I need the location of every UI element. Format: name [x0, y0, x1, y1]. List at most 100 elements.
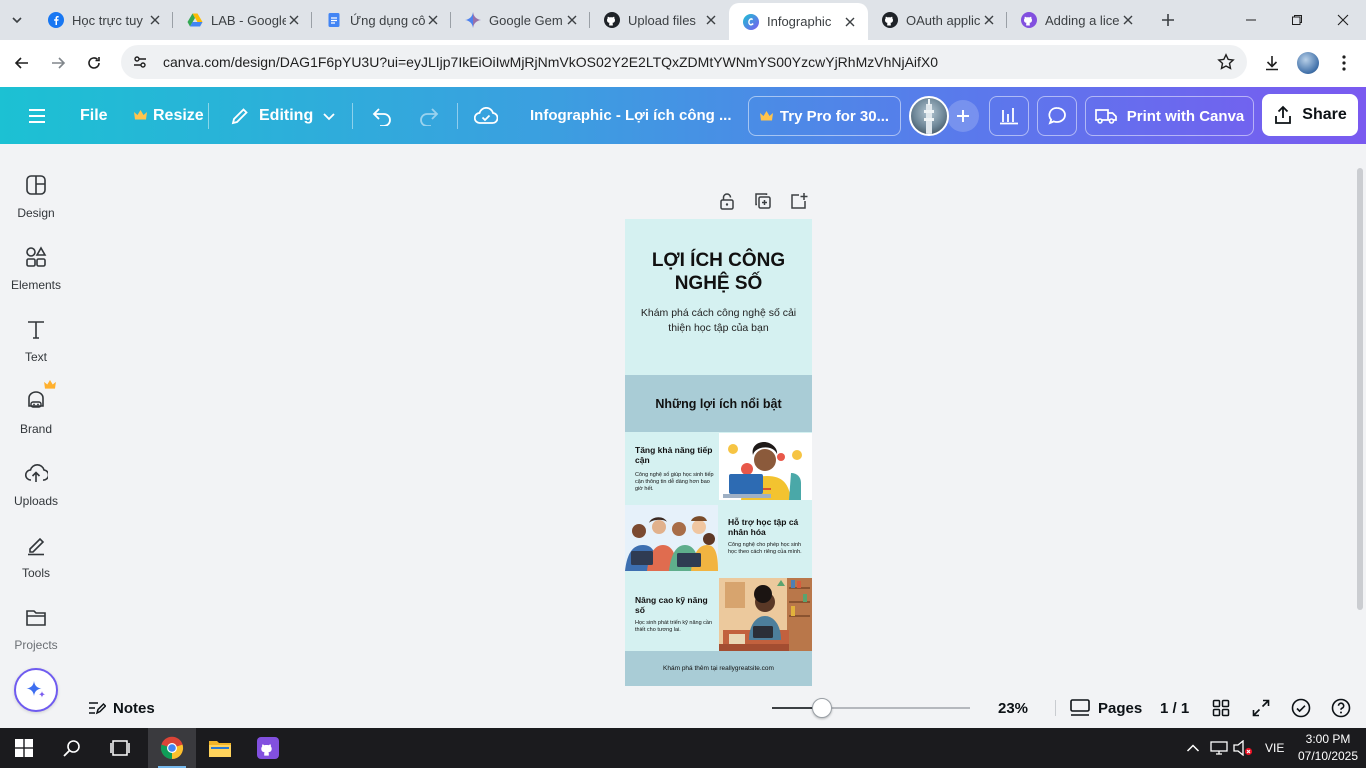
site-settings-icon[interactable] [125, 54, 155, 70]
close-icon[interactable] [564, 12, 580, 28]
back-button[interactable] [4, 45, 40, 81]
try-pro-button[interactable]: Try Pro for 30... [748, 96, 901, 136]
duplicate-page-button[interactable] [752, 190, 774, 212]
student-laptop-illustration[interactable] [719, 433, 812, 500]
close-icon[interactable] [842, 14, 858, 30]
close-icon[interactable] [981, 12, 997, 28]
taskbar-clock[interactable]: 3:00 PM 07/10/2025 [1294, 731, 1362, 765]
task-view-button[interactable] [96, 728, 144, 768]
tab-title: LAB - Google [211, 12, 286, 28]
sidebar-item-text[interactable]: Text [0, 308, 72, 374]
add-collaborator-button[interactable] [947, 100, 979, 132]
restore-button[interactable] [1274, 0, 1320, 40]
search-button[interactable] [48, 728, 96, 768]
grid-view-button[interactable] [1212, 688, 1230, 728]
main-menu-button[interactable] [22, 87, 52, 144]
reload-button[interactable] [76, 45, 112, 81]
print-with-canva-button[interactable]: Print with Canva [1085, 96, 1254, 136]
add-page-button[interactable] [788, 190, 810, 212]
forward-button[interactable] [40, 45, 76, 81]
lock-page-button[interactable] [716, 190, 738, 212]
close-icon[interactable] [425, 12, 441, 28]
section-heading-band[interactable]: Những lợi ích nổi bật [625, 375, 812, 432]
infographic-footer[interactable]: Khám phá thêm tại reallygreatsite.com [625, 651, 812, 686]
magic-ai-button[interactable] [14, 668, 58, 712]
browser-tab[interactable]: Ứng dụng cô [312, 3, 451, 37]
zoom-slider-handle[interactable] [811, 698, 832, 718]
fullscreen-button[interactable] [1252, 688, 1270, 728]
editing-mode-dropdown[interactable]: Editing [230, 87, 336, 144]
infographic-subtitle[interactable]: Khám phá cách công nghệ số cải thiện học… [635, 306, 802, 336]
document-title[interactable]: Infographic - Lợi ích công ... [530, 87, 732, 144]
sidebar-item-label: Tools [21, 566, 50, 580]
bookmark-star-icon[interactable] [1217, 53, 1235, 71]
benefit-heading[interactable]: Tăng khả năng tiếp cận [635, 445, 717, 465]
close-icon[interactable] [147, 12, 163, 28]
sidebar-item-uploads[interactable]: Uploads [0, 452, 72, 518]
infographic-title[interactable]: LỢI ÍCH CÔNG NGHỆ SỐ [625, 249, 812, 295]
insights-button[interactable] [989, 96, 1029, 136]
file-menu[interactable]: File [80, 87, 108, 144]
chevron-down-icon [323, 112, 335, 120]
benefit-heading[interactable]: Hỗ trợ học tập cá nhân hóa [728, 517, 806, 537]
sidebar-item-brand[interactable]: Brand [0, 380, 72, 446]
sidebar-item-design[interactable]: Design [0, 164, 72, 230]
new-tab-button[interactable] [1154, 6, 1182, 34]
cloud-check-icon [474, 106, 498, 124]
downloads-button[interactable] [1254, 45, 1290, 81]
collaborator-avatar[interactable] [909, 96, 949, 136]
profile-button[interactable] [1290, 45, 1326, 81]
toolbar-divider [457, 103, 458, 129]
zoom-percentage[interactable]: 23% [998, 688, 1028, 728]
resize-button[interactable]: Resize [134, 87, 204, 144]
github-desktop-button[interactable] [244, 728, 292, 768]
undo-button[interactable] [370, 87, 394, 144]
url-omnibox[interactable]: canva.com/design/DAG1F6pYU3U?ui=eyJLIjp7… [121, 45, 1247, 79]
input-language-indicator[interactable]: VIE [1265, 728, 1284, 768]
notes-button[interactable]: Notes [88, 688, 155, 728]
benefit-heading[interactable]: Nâng cao kỹ năng số [635, 595, 717, 615]
lock-icon [720, 193, 734, 210]
file-explorer-button[interactable] [196, 728, 244, 768]
scrollbar-thumb[interactable] [1357, 168, 1363, 610]
volume-tray-icon[interactable] [1233, 728, 1253, 768]
browser-tab-active[interactable]: Infographic [729, 3, 868, 40]
design-page[interactable]: LỢI ÍCH CÔNG NGHỆ SỐ Khám phá cách công … [625, 219, 812, 686]
url-text: canva.com/design/DAG1F6pYU3U?ui=eyJLIjp7… [163, 54, 939, 70]
start-button[interactable] [0, 728, 48, 768]
network-tray-icon[interactable] [1210, 728, 1228, 768]
close-icon[interactable] [286, 12, 302, 28]
comments-button[interactable] [1037, 96, 1077, 136]
save-status-button[interactable] [474, 87, 498, 144]
sidebar-item-elements[interactable]: Elements [0, 236, 72, 302]
pages-button[interactable]: Pages [1070, 688, 1142, 728]
browser-tab[interactable]: OAuth applic [868, 3, 1007, 37]
tab-search-button[interactable] [0, 0, 34, 40]
browser-tab[interactable]: Upload files [590, 3, 729, 37]
browser-tab[interactable]: Google Gem [451, 3, 590, 37]
browser-tab[interactable]: Adding a lice [1007, 3, 1146, 37]
close-window-button[interactable] [1320, 0, 1366, 40]
sidebar-item-projects[interactable]: Projects [0, 596, 72, 662]
close-icon[interactable] [1120, 12, 1136, 28]
share-button[interactable]: Share [1262, 94, 1358, 136]
show-hidden-icons-button[interactable] [1186, 728, 1200, 768]
sidebar-item-tools[interactable]: Tools [0, 524, 72, 590]
help-button[interactable] [1331, 688, 1351, 728]
benefit-text[interactable]: Công nghệ cho phép học sinh học theo các… [728, 542, 806, 556]
comment-icon [1048, 107, 1066, 125]
browser-tab[interactable]: Học trực tuy [34, 3, 173, 37]
minimize-button[interactable] [1228, 0, 1274, 40]
browser-tab[interactable]: LAB - Google [173, 3, 312, 37]
browser-menu-button[interactable] [1326, 45, 1362, 81]
benefit-text[interactable]: Công nghệ số giúp học sinh tiếp cận thôn… [635, 472, 717, 493]
student-reading-illustration[interactable] [719, 578, 812, 651]
download-icon [1266, 56, 1278, 71]
check-button[interactable] [1291, 688, 1311, 728]
redo-button[interactable] [417, 87, 441, 144]
students-group-illustration[interactable] [625, 505, 718, 571]
benefit-text[interactable]: Học sinh phát triển kỹ năng cần thiết ch… [635, 620, 717, 634]
chrome-taskbar-button[interactable] [148, 728, 196, 768]
close-icon[interactable] [703, 12, 719, 28]
google-docs-icon [326, 12, 342, 28]
